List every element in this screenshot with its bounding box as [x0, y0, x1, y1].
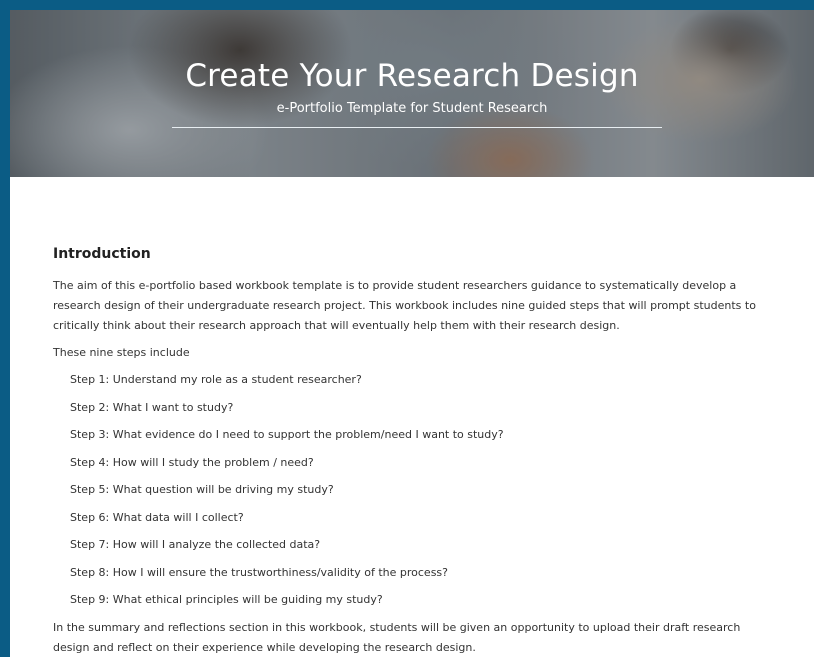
- steps-lead: These nine steps include: [53, 346, 190, 359]
- list-item: Step 6: What data will I collect?: [70, 510, 244, 524]
- hero-banner: Create Your Research Design e-Portfolio …: [10, 10, 814, 177]
- page-subtitle: e-Portfolio Template for Student Researc…: [276, 101, 548, 116]
- section-heading: Introduction: [53, 246, 151, 262]
- list-item: Step 3: What evidence do I need to suppo…: [70, 428, 504, 441]
- page-title: Create Your Research Design: [185, 58, 639, 94]
- list-item: Step 9: What ethical principles will be …: [70, 593, 383, 606]
- list-item: Step 7: How will I analyze the collected…: [70, 538, 321, 551]
- list-item: Step 4: How will I study the problem / n…: [70, 455, 314, 469]
- list-item: Step 1: Understand my role as a student …: [70, 373, 362, 386]
- main-content: Introduction The aim of this e-portfolio…: [53, 244, 773, 657]
- list-item: Step 2: What I want to study?: [70, 400, 234, 414]
- page-frame: Create Your Research Design e-Portfolio …: [10, 10, 814, 657]
- title-divider: [172, 127, 662, 128]
- list-item: Step 5: What question will be driving my…: [70, 483, 334, 496]
- list-item: Step 8: How I will ensure the trustworth…: [70, 565, 449, 579]
- steps-list: Step 1: Understand my role as a student …: [53, 370, 773, 610]
- intro-paragraph: The aim of this e-portfolio based workbo…: [53, 279, 756, 332]
- summary-paragraph: In the summary and reflections section i…: [53, 620, 741, 654]
